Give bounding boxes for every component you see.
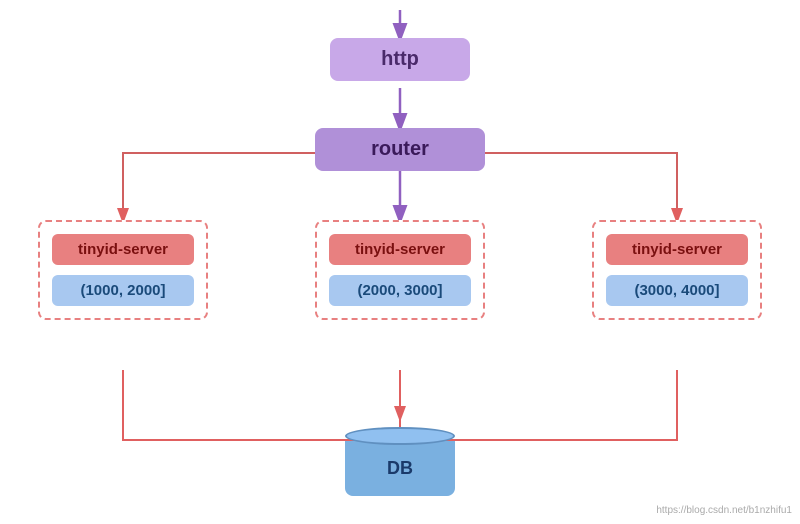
server-center-label: tinyid-server: [329, 234, 471, 265]
router-label: router: [371, 138, 429, 160]
db-node: DB: [345, 427, 455, 496]
db-top: [345, 427, 455, 445]
watermark: https://blog.csdn.net/b1nzhifu1: [656, 505, 792, 516]
server-left-range: (1000, 2000]: [52, 275, 194, 306]
http-node: http: [330, 38, 470, 81]
server-center-container: tinyid-server (2000, 3000]: [315, 220, 485, 320]
db-label: DB: [345, 441, 455, 496]
server-left-label: tinyid-server: [52, 234, 194, 265]
http-label: http: [381, 48, 419, 70]
diagram: http router tinyid-server (1000, 2000] t…: [0, 0, 800, 524]
server-right-label: tinyid-server: [606, 234, 748, 265]
server-right-range: (3000, 4000]: [606, 275, 748, 306]
server-center-range: (2000, 3000]: [329, 275, 471, 306]
server-right-container: tinyid-server (3000, 4000]: [592, 220, 762, 320]
server-left-container: tinyid-server (1000, 2000]: [38, 220, 208, 320]
router-node: router: [315, 128, 485, 171]
